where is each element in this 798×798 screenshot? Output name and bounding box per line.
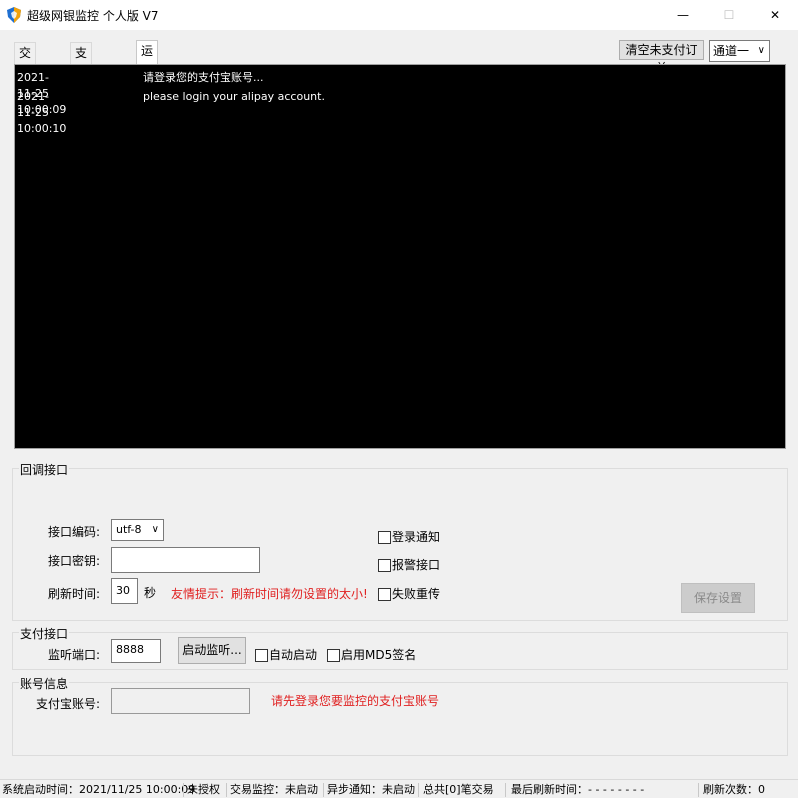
- refresh-unit: 秒: [144, 586, 157, 600]
- run-log-panel[interactable]: 2021-11-25 10:00:09 请登录您的支付宝账号... 2021-1…: [14, 64, 786, 449]
- tab-alipay-page[interactable]: 支付宝页面: [70, 42, 93, 140]
- login-notify-checkbox[interactable]: 登录通知: [378, 529, 440, 545]
- channel-select[interactable]: 通道一 ∨: [709, 40, 770, 62]
- clear-unpaid-orders-button[interactable]: 清空未支付订单: [619, 40, 704, 75]
- title-bar: 超级网银监控 个人版 V7 — ☐ ✕: [0, 0, 798, 30]
- checkbox-box: [378, 587, 391, 601]
- start-listen-button[interactable]: 启动监听...: [178, 637, 246, 664]
- status-last-refresh: 最后刷新时间：- - - - - - - -: [511, 783, 645, 796]
- status-divider: [698, 783, 699, 797]
- checkbox-box: [327, 648, 340, 662]
- maximize-icon: ☐: [723, 8, 735, 22]
- port-input[interactable]: 8888: [111, 639, 161, 663]
- alipay-account-label: 支付宝账号:: [36, 697, 101, 711]
- checkbox-label: 启用MD5签名: [341, 648, 417, 662]
- tab-run-log[interactable]: 运行日志: [136, 40, 159, 118]
- status-start-time: 系统启动时间：2021/11/25 10:00:09: [2, 783, 196, 796]
- status-divider: [226, 783, 227, 797]
- encoding-value: utf-8: [116, 523, 142, 536]
- close-icon: ✕: [769, 8, 781, 22]
- retry-on-fail-checkbox[interactable]: 失败重传: [378, 586, 440, 602]
- status-refresh-count: 刷新次数：0: [703, 783, 765, 796]
- status-trade-monitor: 交易监控：未启动: [230, 783, 318, 796]
- channel-value: 通道一: [713, 44, 750, 58]
- status-license: 未授权: [187, 783, 220, 796]
- chevron-down-icon: ∨: [151, 524, 159, 535]
- secret-input[interactable]: [111, 547, 260, 573]
- checkbox-box: [378, 558, 391, 572]
- status-bar: 系统启动时间：2021/11/25 10:00:09 未授权 交易监控：未启动 …: [0, 779, 798, 798]
- alipay-login-hint: 请先登录您要监控的支付宝账号: [271, 694, 440, 708]
- group-title: 账号信息: [19, 675, 70, 692]
- checkbox-label: 自动启动: [269, 648, 318, 662]
- checkbox-label: 报警接口: [392, 558, 441, 572]
- status-divider: [418, 783, 419, 797]
- encoding-select[interactable]: utf-8 ∨: [111, 519, 164, 541]
- checkbox-box: [378, 530, 391, 544]
- md5-sign-checkbox[interactable]: 启用MD5签名: [327, 647, 416, 663]
- log-time: 2021-11-25 10:00:10: [17, 90, 67, 135]
- log-message: please login your alipay account.: [143, 90, 325, 103]
- maximize-button[interactable]: ☐: [706, 0, 752, 30]
- alarm-interface-checkbox[interactable]: 报警接口: [378, 557, 440, 573]
- minimize-button[interactable]: —: [660, 0, 706, 30]
- status-total: 总共[0]笔交易: [423, 783, 494, 796]
- tab-transactions[interactable]: 交易记录: [14, 42, 37, 120]
- status-divider: [323, 783, 324, 797]
- group-title: 回调接口: [19, 461, 70, 478]
- status-divider: [505, 783, 506, 797]
- refresh-label: 刷新时间:: [48, 587, 101, 601]
- shield-app-icon: [7, 7, 21, 23]
- refresh-tip: 友情提示：刷新时间请勿设置的太小!: [171, 587, 368, 601]
- close-button[interactable]: ✕: [752, 0, 798, 30]
- status-async-notify: 异步通知：未启动: [327, 783, 415, 796]
- refresh-input[interactable]: 30: [111, 578, 138, 604]
- status-divider: [183, 783, 184, 797]
- group-title: 支付接口: [19, 625, 70, 642]
- auto-start-checkbox[interactable]: 自动启动: [255, 647, 317, 663]
- port-label: 监听端口:: [48, 648, 101, 662]
- alipay-account-input[interactable]: [111, 688, 250, 714]
- checkbox-label: 失败重传: [392, 587, 441, 601]
- encoding-label: 接口编码:: [48, 525, 101, 539]
- secret-label: 接口密钥:: [48, 554, 101, 568]
- window-title: 超级网银监控 个人版 V7: [27, 9, 159, 23]
- minimize-icon: —: [677, 8, 689, 22]
- log-message: 请登录您的支付宝账号...: [143, 71, 264, 84]
- checkbox-box: [255, 648, 268, 662]
- checkbox-label: 登录通知: [392, 530, 441, 544]
- chevron-down-icon: ∨: [757, 45, 765, 56]
- save-settings-button[interactable]: 保存设置: [681, 583, 755, 613]
